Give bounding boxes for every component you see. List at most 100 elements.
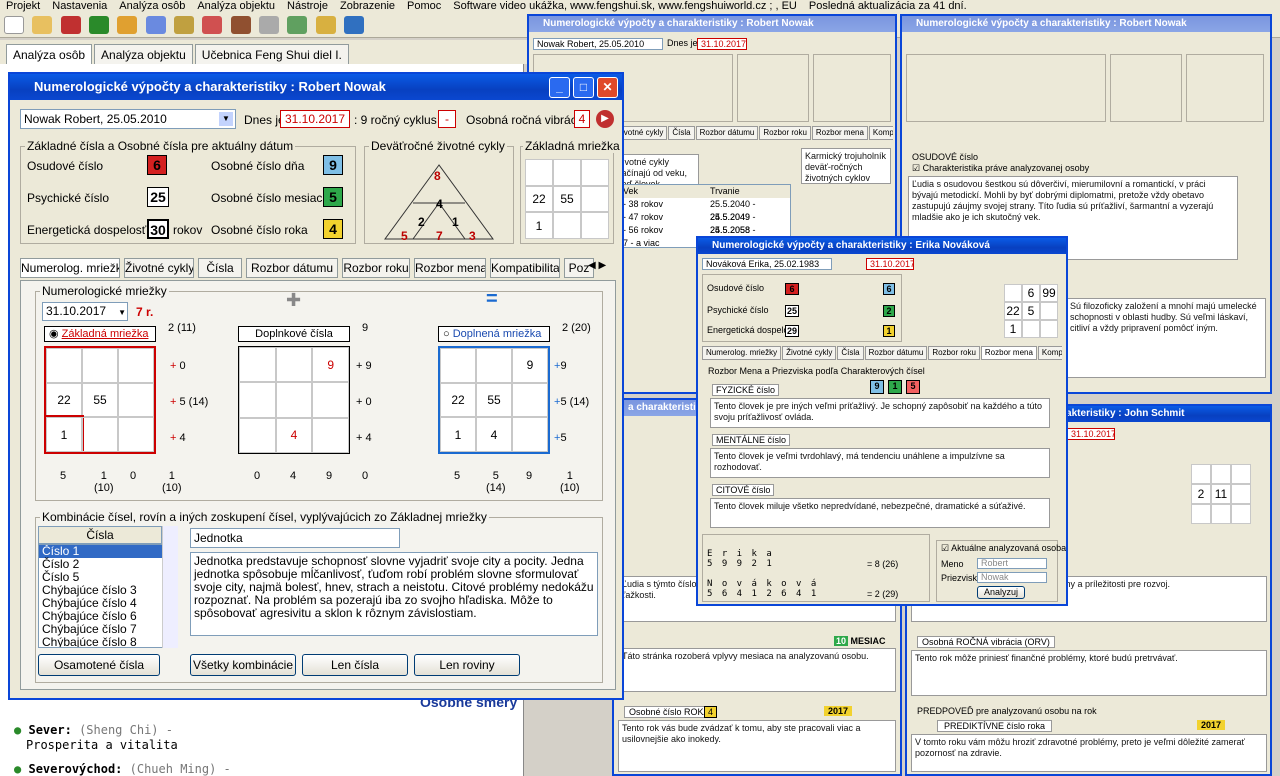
tab-0[interactable]: Numerolog. mriežky <box>20 258 120 278</box>
mental-label: MENTÁLNE číslo <box>712 434 791 446</box>
menu-item[interactable]: Nastavenia <box>46 0 113 12</box>
surname-letters: N o v á k o v á <box>707 579 819 589</box>
tab-person-analysis[interactable]: Analýza osôb <box>6 44 93 65</box>
arrow-right-icon[interactable]: ▶ <box>596 110 614 128</box>
grid-cell: 2 <box>1191 484 1211 504</box>
tab-object-analysis[interactable]: Analýza objektu <box>94 44 193 65</box>
analyzed-person-box: ☑ Aktuálne analyzovaná osoba Meno Robert… <box>936 540 1066 602</box>
grid-cell <box>1022 320 1040 338</box>
grid-cell: 55 <box>476 382 512 418</box>
basic-grid: 6 99 22 5 1 <box>1004 284 1058 338</box>
menu-item[interactable]: Software video ukážka, www.fengshui.sk, … <box>447 0 803 12</box>
cycle-field: - <box>438 110 456 128</box>
month-value: 2 <box>883 305 895 317</box>
planes-only-button[interactable]: Len roviny <box>414 654 520 676</box>
numbers-list[interactable]: Číslo 1 Číslo 2 Číslo 5 Chýbajúce číslo 3 Ch… <box>38 544 178 648</box>
grid-cell: 1 <box>440 417 476 452</box>
today-field: 31.10.2017 <box>866 258 914 270</box>
characteristic-checkbox[interactable]: ☑ Charakteristika práve analyzovanej oso… <box>912 163 1089 174</box>
person-select[interactable]: Nováková Erika, 25.02.1983 <box>702 258 832 270</box>
tab-6[interactable]: Kompatibilita <box>868 126 893 140</box>
cycles-box: Deväťročné životné cykly 8 4 2 1 5 7 3 <box>364 139 514 244</box>
window-erika: Numerologické výpočty a charakteristiky … <box>696 236 1068 606</box>
menu-item[interactable]: Zobrazenie <box>334 0 401 12</box>
list-header[interactable]: Čísla <box>38 526 162 544</box>
menu-item[interactable]: Pomoc <box>401 0 447 12</box>
tab-scroll-arrows[interactable]: ◀ ▶ <box>588 260 606 271</box>
detail-title: Jednotka <box>190 528 400 548</box>
tools-icon[interactable] <box>202 16 223 34</box>
chevron-down-icon[interactable]: ▼ <box>118 304 126 320</box>
all-combinations-button[interactable]: Všetky kombinácie <box>190 654 296 676</box>
grid-cell <box>1211 504 1231 524</box>
save-icon[interactable] <box>60 16 81 34</box>
isolated-numbers-button[interactable]: Osamotené čísla <box>38 654 160 676</box>
window-title: Numerologické výpočty a charakteristiky … <box>529 16 895 32</box>
tab-2[interactable]: Čísla <box>668 126 695 140</box>
grid-box <box>1186 54 1264 122</box>
compass-icon[interactable] <box>174 16 195 34</box>
tab-strip: Numerolog. mriežkyŽivotné cyklyČíslaRozb… <box>702 346 1062 360</box>
help-icon[interactable] <box>344 16 365 34</box>
wheel-icon[interactable] <box>230 16 251 34</box>
chevron-down-icon[interactable]: ▼ <box>219 112 233 126</box>
menu-item[interactable]: Analýza osôb <box>113 0 191 12</box>
star-icon[interactable] <box>315 16 336 34</box>
globe-icon[interactable] <box>287 16 308 34</box>
maximize-button[interactable]: □ <box>573 77 594 98</box>
menu-item[interactable]: Posledná aktualizácia za 41 dní. <box>803 0 973 12</box>
table-row: - 38 rokov 25.5.2040 - 24.5.2049 <box>623 199 756 222</box>
first-name-input[interactable]: Robert <box>977 558 1047 569</box>
tab-6[interactable]: Kompatibilita <box>490 258 560 278</box>
grid-cell: 9 <box>312 347 349 383</box>
grid-cell <box>1231 484 1251 504</box>
tab-3[interactable]: Rozbor dátumu <box>695 126 759 140</box>
menu-item[interactable]: Projekt <box>0 0 46 12</box>
mental-value: 1 <box>888 380 902 394</box>
name-sum: = 8 (26) <box>867 559 899 569</box>
numbers-only-button[interactable]: Len čísla <box>302 654 408 676</box>
psychic-value: 25 <box>147 187 169 207</box>
grid-c-header[interactable]: ○ Doplnená mriežka <box>438 326 550 342</box>
grid-cell: 55 <box>82 382 118 418</box>
user-icon[interactable] <box>145 16 166 34</box>
tab-4[interactable]: Rozbor roku <box>759 126 811 140</box>
new-icon[interactable] <box>4 16 24 34</box>
grid-cell: 4 <box>275 417 313 453</box>
list-scrollbar[interactable] <box>162 526 178 648</box>
date-select[interactable]: 31.10.2017 ▼ <box>42 302 128 321</box>
tab-textbook[interactable]: Učebnica Feng Shui diel I. <box>194 44 349 65</box>
folder-icon[interactable] <box>117 16 138 34</box>
emotional-value: 5 <box>906 380 920 394</box>
open-icon[interactable] <box>32 16 53 34</box>
grid-cell: 22 <box>440 382 476 418</box>
surname-input[interactable]: Nowak <box>977 572 1047 583</box>
list-item[interactable]: Chýbajúce číslo 8 <box>39 636 177 648</box>
tab-3[interactable]: Rozbor dátumu <box>246 258 338 278</box>
tab-2[interactable]: Čísla <box>198 258 242 278</box>
grid-cell <box>275 382 313 418</box>
basic-grid-box: Základná mriežka 22 55 1 <box>520 139 622 244</box>
physical-label: FYZICKÉ číslo <box>712 384 780 396</box>
tab-5[interactable]: Rozbor mena <box>414 258 486 278</box>
save-green-icon[interactable] <box>89 16 110 34</box>
tab-1[interactable]: Životné cykly <box>124 258 194 278</box>
main-window: Numerologické výpočty a charakteristiky … <box>8 72 624 700</box>
menu-item[interactable]: Analýza objektu <box>191 0 281 12</box>
close-button[interactable]: ✕ <box>597 77 618 98</box>
grid-cell: 22 <box>46 382 82 418</box>
tab-5[interactable]: Rozbor mena <box>811 126 868 140</box>
person-select[interactable]: Nowak Robert, 25.05.2010 ▼ <box>20 109 236 129</box>
basic-grid: 22 55 1 <box>525 159 609 239</box>
cycles-box <box>737 54 809 122</box>
person-select[interactable]: Nowak Robert, 25.05.2010 <box>533 38 663 50</box>
gear-icon[interactable] <box>259 16 280 34</box>
grid-cell <box>239 347 276 383</box>
minimize-button[interactable]: _ <box>549 77 570 98</box>
grid-a-header[interactable]: ◉ Základná mriežka <box>44 326 156 342</box>
analyze-button[interactable]: Analyzuj <box>977 586 1025 599</box>
menu-item[interactable]: Nástroje <box>281 0 334 12</box>
tab-4[interactable]: Rozbor roku <box>342 258 410 278</box>
analyzed-checkbox[interactable]: ☑ Aktuálne analyzovaná osoba <box>941 543 1066 554</box>
window-title: Numerologické výpočty a charakteristiky … <box>902 16 1270 32</box>
